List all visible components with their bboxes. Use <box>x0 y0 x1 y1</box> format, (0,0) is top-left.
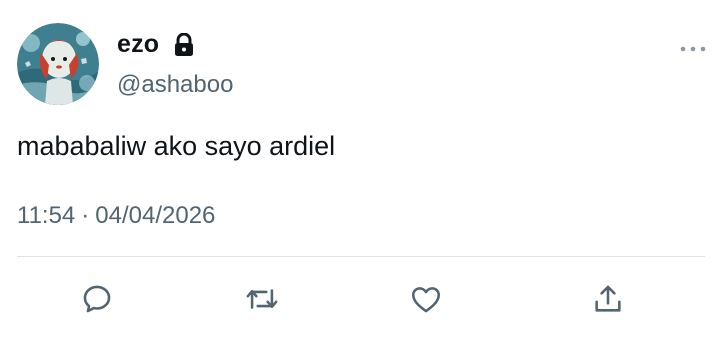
like-button[interactable] <box>406 280 446 318</box>
more-icon[interactable] <box>680 44 706 54</box>
share-icon <box>595 285 621 312</box>
display-name[interactable]: ezo <box>117 30 159 59</box>
retweet-button[interactable] <box>242 280 282 318</box>
avatar[interactable] <box>17 23 99 105</box>
reply-icon <box>83 285 111 313</box>
tweet-timestamp[interactable]: 11:54 · 04/04/2026 <box>17 202 215 230</box>
heart-icon <box>411 287 441 313</box>
avatar-image <box>17 23 99 105</box>
reply-button[interactable] <box>77 280 117 318</box>
tweet: ezo @ashaboo mababaliw ako sayo ardiel 1… <box>0 0 720 339</box>
tweet-date: 04/04/2026 <box>95 202 216 229</box>
share-button[interactable] <box>588 280 628 318</box>
tweet-time: 11:54 <box>17 202 76 229</box>
tweet-text: mababaliw ako sayo ardiel <box>17 131 336 161</box>
retweet-icon <box>246 289 278 309</box>
divider <box>17 256 705 257</box>
handle[interactable]: @ashaboo <box>117 71 233 99</box>
timestamp-separator: · <box>81 202 90 229</box>
lock-icon <box>175 33 193 56</box>
